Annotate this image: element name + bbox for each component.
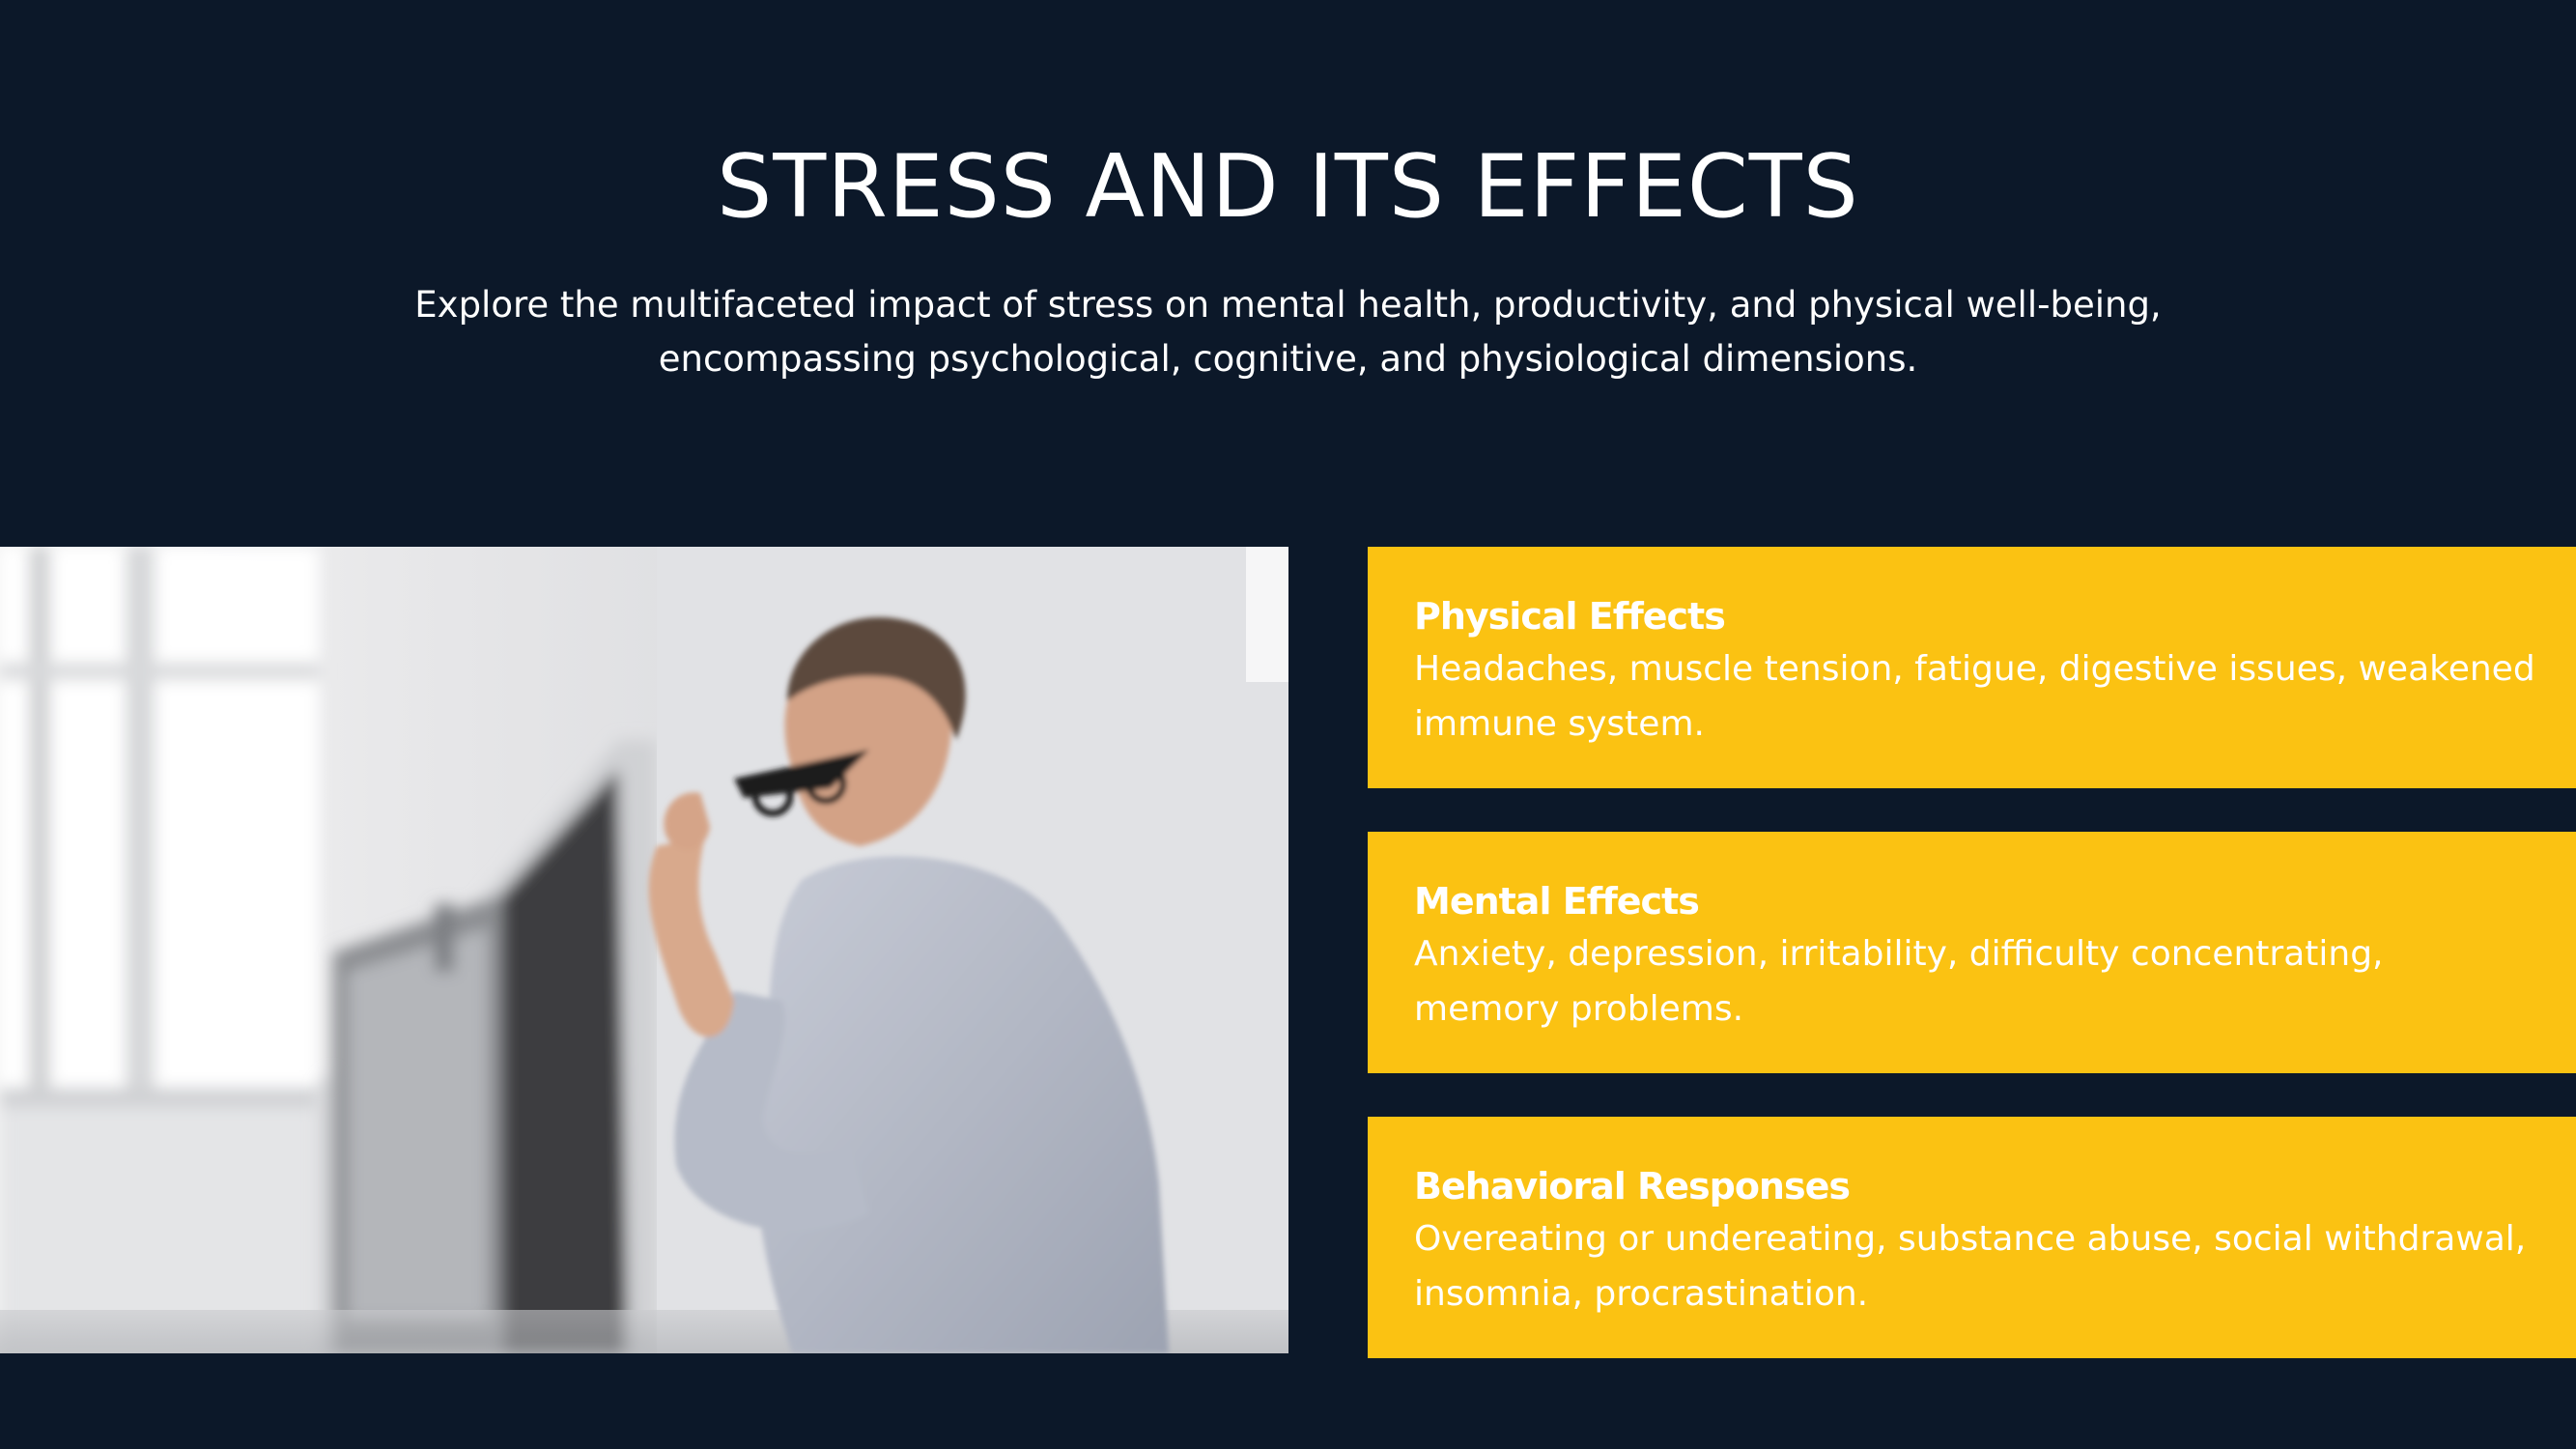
slide-subtitle: Explore the multifaceted impact of stres…: [414, 284, 2162, 380]
stressed-man-photo: [0, 547, 1288, 1353]
behavioral-responses-card: Behavioral Responses Overeating or under…: [1368, 1117, 2576, 1358]
mental-effects-card: Mental Effects Anxiety, depression, irri…: [1368, 832, 2576, 1073]
card-title: Behavioral Responses: [1414, 1165, 1851, 1208]
card-text: Overeating or undereating, substance abu…: [1414, 1219, 2527, 1314]
physical-effects-card: Physical Effects Headaches, muscle tensi…: [1368, 547, 2576, 788]
card-title: Mental Effects: [1414, 880, 1700, 923]
card-text: Headaches, muscle tension, fatigue, dige…: [1414, 649, 2535, 744]
card-text: Anxiety, depression, irritability, diffi…: [1414, 934, 2384, 1029]
slide-title: STRESS AND ITS EFFECTS: [717, 136, 1859, 238]
card-title: Physical Effects: [1414, 595, 1726, 638]
